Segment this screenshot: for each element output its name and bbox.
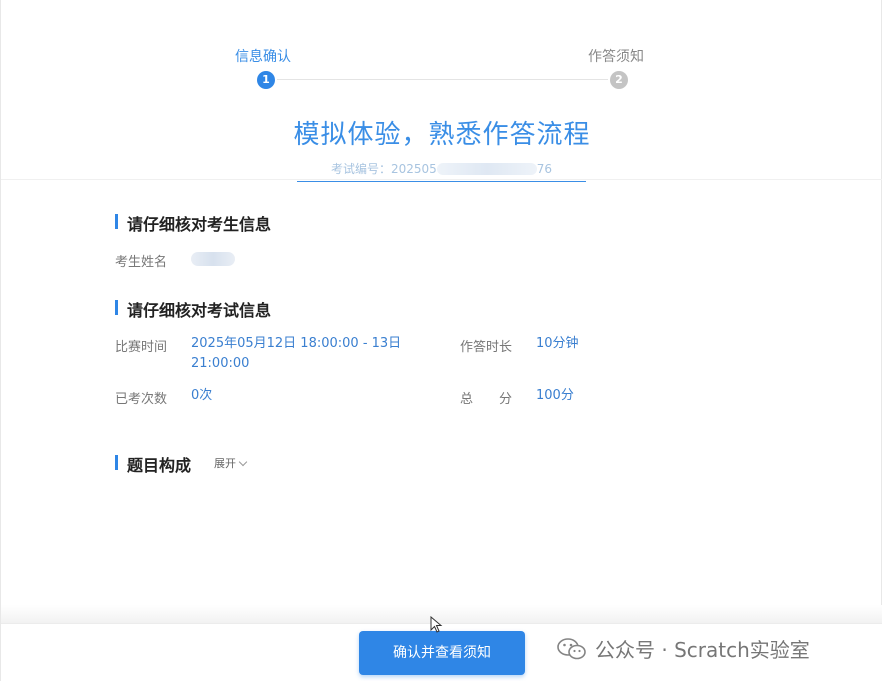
step-2-label: 作答须知 [588, 49, 644, 65]
total-score-value: 100分 [536, 388, 574, 403]
exam-number-suffix: 76 [536, 162, 553, 176]
duration-value: 10分钟 [536, 336, 579, 351]
wechat-icon [557, 637, 586, 659]
step-2-dot: 2 [610, 71, 628, 89]
step-connector [277, 79, 608, 80]
total-score-label: 总 分 [460, 392, 513, 407]
attempts-value: 0次 [191, 388, 213, 403]
exam-time-value-line2: 21:00:00 [191, 356, 250, 371]
chevron-down-icon [238, 457, 248, 466]
structure-section-title: 题目构成 [115, 452, 191, 476]
exam-number-prefix: 考试编号：202505 [330, 162, 437, 176]
duration-label: 作答时长 [460, 340, 513, 355]
page-title: 模拟体验，熟悉作答流程 [293, 120, 591, 150]
header-divider [1, 179, 882, 180]
page-frame: 信息确认 1 作答须知 2 模拟体验，熟悉作答流程 考试编号：202505 76 … [0, 0, 882, 681]
candidate-name-redacted [191, 252, 235, 266]
redacted-blur [436, 163, 537, 175]
candidate-section-title: 请仔细核对考生信息 [115, 211, 271, 235]
attempts-label: 已考次数 [115, 392, 168, 407]
candidate-name-label: 考生姓名 [115, 255, 168, 270]
expand-label: 展开 [214, 457, 236, 470]
exam-time-value-line1: 2025年05月12日 18:00:00 - 13日 [191, 336, 402, 351]
mouse-pointer-icon [430, 616, 443, 633]
watermark: 公众号 · Scratch实验室 [557, 634, 810, 663]
exam-time-label: 比赛时间 [115, 340, 168, 355]
expand-toggle[interactable]: 展开 [214, 455, 248, 471]
exam-section-title: 请仔细核对考试信息 [115, 297, 271, 321]
step-1-label: 信息确认 [235, 49, 291, 65]
confirm-button[interactable]: 确认并查看须知 [359, 631, 525, 675]
watermark-text: 公众号 · Scratch实验室 [595, 638, 810, 662]
step-1-dot: 1 [257, 71, 275, 89]
